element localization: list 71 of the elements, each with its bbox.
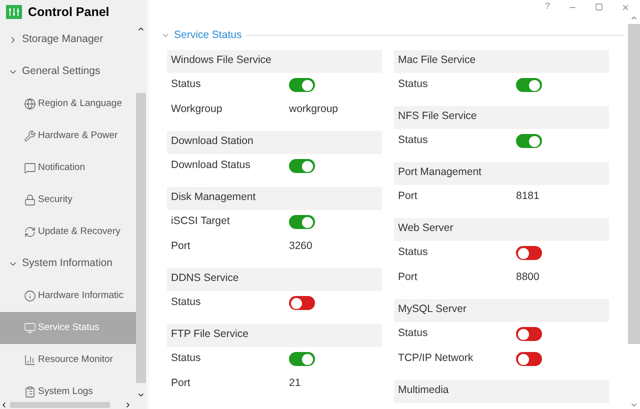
row-value: 3260 (289, 239, 312, 254)
sidebar-item[interactable]: Resource Monitor (0, 344, 136, 376)
window-title: Control Panel (28, 4, 110, 21)
group-header: Web Server (394, 218, 609, 241)
info-icon (24, 290, 36, 302)
scroll-left-icon[interactable] (0, 401, 8, 409)
group-header: NFS File Service (394, 106, 609, 129)
group-header: DDNS Service (167, 268, 382, 291)
toggle-switch[interactable] (516, 327, 542, 342)
group-header: Port Management (394, 162, 609, 185)
sidebar-item[interactable]: System Logs (0, 376, 136, 401)
monitor-icon (24, 322, 36, 334)
wrench-icon (24, 130, 36, 142)
row-label: iSCSI Target (171, 214, 231, 230)
row-value: 21 (289, 376, 301, 392)
row-value: 8800 (516, 270, 540, 286)
row-label: Port (171, 376, 192, 392)
group-header: Mac File Service (394, 50, 609, 73)
row-label: Download Status (171, 158, 252, 174)
row-label: TCP/IP Network (398, 351, 474, 366)
toggle-switch[interactable] (516, 246, 542, 260)
sidebar-item[interactable]: Notification (0, 152, 136, 184)
group-header: Windows File Service (167, 50, 382, 73)
sidebar-item[interactable]: Region & Language (0, 88, 136, 120)
row-label: Status (171, 295, 202, 310)
group-header: Multimedia (394, 380, 609, 403)
toggle-switch[interactable] (516, 352, 542, 366)
close-icon[interactable] (621, 2, 630, 12)
toggle-switch[interactable] (516, 134, 542, 148)
group-header: FTP File Service (167, 324, 382, 347)
row-label: Status (398, 326, 429, 342)
sidebar-group[interactable]: System Information (0, 248, 136, 280)
toggle-switch[interactable] (289, 215, 315, 230)
app-logo-icon (6, 5, 22, 19)
row-label: Status (171, 351, 202, 366)
row-label: Status (398, 77, 429, 92)
row-label: Port (171, 239, 192, 254)
row-value: workgroup (289, 102, 338, 118)
globe-icon (24, 98, 36, 110)
sidebar-item[interactable]: Hardware & Power (0, 120, 136, 152)
section-header[interactable]: Service Status (161, 28, 242, 44)
row-label: Workgroup (171, 102, 224, 118)
row-value: 8181 (516, 189, 540, 204)
toggle-switch[interactable] (289, 159, 315, 174)
sidebar-group[interactable]: General Settings (0, 56, 136, 88)
group-header: Disk Management (167, 186, 382, 210)
bar-chart-icon (24, 354, 36, 366)
row-label: Port (398, 189, 418, 204)
scroll-down-icon[interactable] (137, 391, 145, 399)
scroll-right-icon[interactable] (124, 401, 132, 409)
row-label: Status (398, 133, 429, 148)
toggle-switch[interactable] (516, 78, 542, 92)
toggle-switch[interactable] (289, 296, 315, 310)
sidebar-group[interactable]: Storage Manager (0, 24, 136, 56)
sidebar-item[interactable]: Security (0, 184, 136, 216)
refresh-icon (24, 226, 36, 238)
help-button[interactable]: ? (544, 0, 550, 14)
row-label: Status (398, 245, 429, 260)
maximize-icon[interactable] (595, 3, 603, 11)
message-icon (24, 162, 36, 174)
group-header: Download Station (167, 130, 382, 154)
sidebar-item[interactable]: Hardware Informatic (0, 280, 136, 312)
clipboard-icon (24, 386, 36, 398)
group-header: MySQL Server (394, 298, 609, 322)
row-label: Status (171, 77, 202, 92)
toggle-switch[interactable] (289, 352, 315, 366)
row-label: Port (398, 270, 418, 286)
sidebar-item[interactable]: Update & Recovery (0, 216, 136, 248)
toggle-switch[interactable] (289, 78, 315, 92)
scroll-up-icon[interactable] (137, 25, 145, 33)
lock-icon (24, 194, 36, 206)
